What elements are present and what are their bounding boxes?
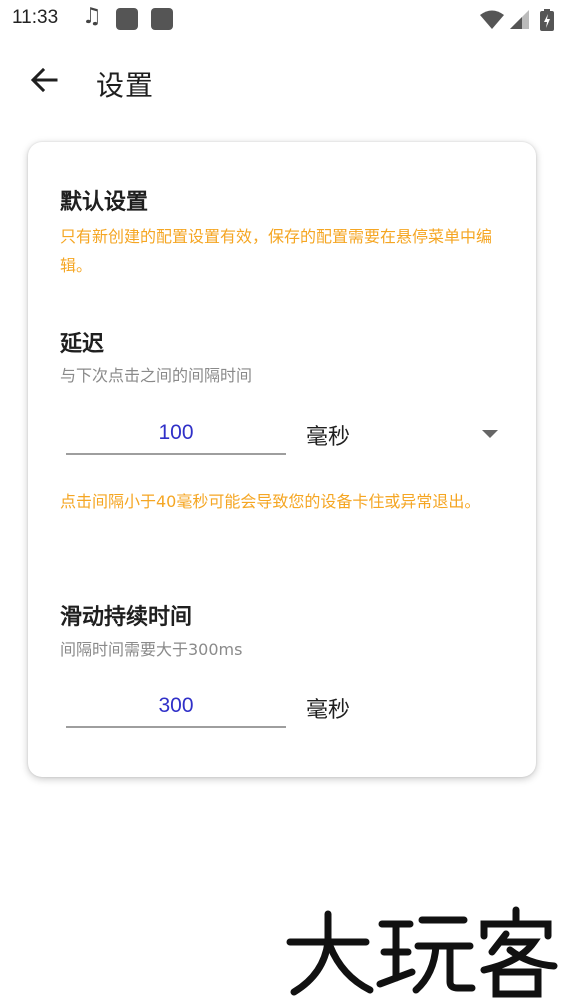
notification-icon (151, 8, 173, 30)
delay-warning: 点击间隔小于40毫秒可能会导致您的设备卡住或异常退出。 (60, 492, 481, 511)
battery-icon (540, 9, 554, 31)
notification-icon (116, 8, 138, 30)
default-settings-note: 只有新创建的配置设置有效，保存的配置需要在悬停菜单中编辑。 (60, 227, 493, 275)
status-time: 11:33 (12, 7, 59, 28)
back-arrow-icon[interactable] (26, 62, 62, 98)
music-note-icon: ♫ (82, 4, 102, 29)
page-title: 设置 (96, 69, 155, 102)
default-settings-title: 默认设置 (60, 190, 149, 215)
settings-card: 默认设置 只有新创建的配置设置有效，保存的配置需要在悬停菜单中编辑。 延迟 与下… (28, 142, 536, 777)
app-bar: 设置 (0, 38, 564, 126)
signal-icon (510, 10, 529, 29)
swipe-duration-field (66, 686, 286, 728)
delay-input[interactable] (66, 413, 286, 453)
delay-field (66, 413, 286, 455)
wifi-icon (480, 10, 504, 29)
swipe-duration-input[interactable] (66, 686, 286, 726)
watermark-logo (286, 906, 558, 998)
delay-subtitle: 与下次点击之间的间隔时间 (60, 366, 253, 385)
delay-unit-select[interactable]: 毫秒 (306, 419, 350, 451)
swipe-duration-title: 滑动持续时间 (60, 605, 193, 630)
dropdown-arrow-icon[interactable] (482, 430, 498, 438)
swipe-duration-subtitle: 间隔时间需要大于300ms (60, 640, 243, 659)
delay-title: 延迟 (60, 332, 105, 357)
status-bar: 11:33 ♫ (0, 0, 564, 38)
swipe-duration-unit: 毫秒 (306, 698, 351, 723)
